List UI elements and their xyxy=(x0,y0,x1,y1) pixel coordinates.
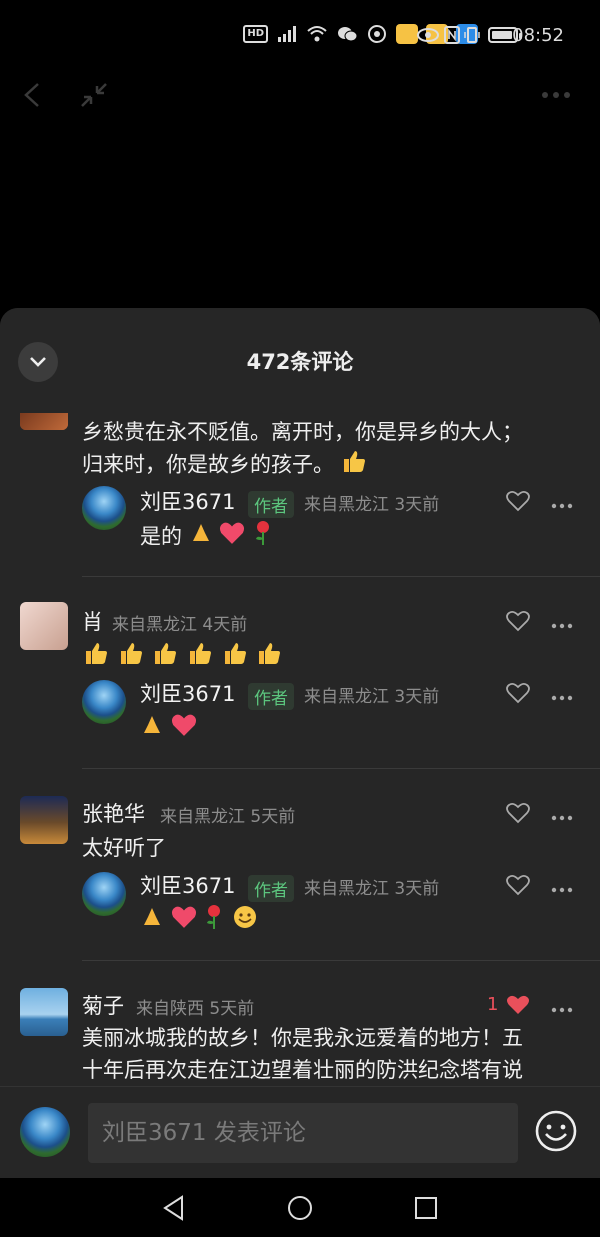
divider xyxy=(82,960,600,961)
reply-author-name[interactable]: 刘臣3671 xyxy=(140,870,235,900)
more-dots-icon[interactable] xyxy=(551,496,573,509)
avatar[interactable] xyxy=(82,486,126,530)
author-tag: 作者 xyxy=(248,875,294,902)
avatar[interactable] xyxy=(20,413,68,430)
heart-emoji-icon xyxy=(171,713,197,746)
comment-text: 太好听了 xyxy=(82,836,166,860)
heart-emoji-icon xyxy=(171,905,197,938)
avatar[interactable] xyxy=(20,988,68,1036)
emoji-icon[interactable] xyxy=(534,1109,578,1153)
comment-text: 十年后再次走在江边望着壮丽的防洪纪念塔有说 xyxy=(82,1058,523,1082)
avatar[interactable] xyxy=(20,796,68,844)
avatar[interactable] xyxy=(82,872,126,916)
more-dots-icon[interactable] xyxy=(551,880,573,893)
comment-meta: 来自黑龙江 4天前 xyxy=(112,615,248,635)
divider xyxy=(82,768,600,769)
nav-home-icon[interactable] xyxy=(286,1194,314,1226)
panel-header: 472条评论 xyxy=(0,308,600,413)
avatar[interactable] xyxy=(20,602,68,650)
praying-hands-icon xyxy=(140,905,164,938)
heart-icon[interactable] xyxy=(506,874,530,896)
heart-emoji-icon xyxy=(219,521,245,554)
more-dots-icon[interactable] xyxy=(551,616,573,629)
author-tag: 作者 xyxy=(248,491,294,518)
nfc-icon xyxy=(444,26,460,48)
top-nav xyxy=(0,70,600,120)
hd-icon: HD xyxy=(243,25,268,43)
reply-text xyxy=(140,904,258,939)
vibrate-icon xyxy=(464,26,480,48)
my-avatar[interactable] xyxy=(20,1107,70,1157)
comment-meta: 来自黑龙江 3天前 xyxy=(304,879,440,899)
thumbs-up-icon xyxy=(186,640,214,675)
comment-text: 美丽冰城我的故乡！你是我永远爱着的地方！五 xyxy=(82,1026,523,1050)
divider xyxy=(82,576,600,577)
reply-text: 是的 xyxy=(140,520,274,555)
thumbs-up-icon xyxy=(82,640,110,675)
reply-author-name[interactable]: 刘臣3671 xyxy=(140,486,235,516)
status-icons: HD xyxy=(243,24,478,44)
thumbs-up-icon xyxy=(151,640,179,675)
heart-icon[interactable] xyxy=(506,490,530,512)
weibo-icon xyxy=(396,24,418,44)
more-dots-icon[interactable] xyxy=(551,1000,573,1013)
shrink-icon[interactable] xyxy=(78,80,110,110)
nav-back-icon[interactable] xyxy=(160,1194,188,1226)
signal-icon xyxy=(276,24,298,44)
heart-icon[interactable] xyxy=(506,802,530,824)
heart-icon[interactable] xyxy=(506,994,530,1016)
praying-hands-icon xyxy=(140,713,164,746)
back-icon[interactable] xyxy=(18,80,48,110)
comment-meta: 来自黑龙江 3天前 xyxy=(304,495,440,515)
rose-icon xyxy=(252,520,274,555)
more-dots-icon[interactable] xyxy=(551,688,573,701)
comment-text: 乡愁贵在永不贬值。离开时，你是异乡的大人； xyxy=(82,420,523,444)
like-count: 1 xyxy=(487,994,499,1015)
comment-meta: 来自黑龙江 5天前 xyxy=(160,807,296,827)
author-tag: 作者 xyxy=(248,683,294,710)
comments-panel: 乡愁贵在永不贬值。离开时，你是异乡的大人； 归来时，你是故乡的孩子。 刘臣367… xyxy=(0,308,600,1176)
status-bar: HD 08:52 xyxy=(0,0,600,70)
wifi-icon xyxy=(306,24,328,44)
panel-title: 472条评论 xyxy=(246,350,354,374)
comment-meta: 来自黑龙江 3天前 xyxy=(304,687,440,707)
reply-text xyxy=(140,712,197,746)
status-time: 08:52 xyxy=(512,25,564,46)
comment-text xyxy=(82,640,283,675)
eye-icon xyxy=(416,26,440,48)
reply-text-content: 是的 xyxy=(140,524,182,549)
comment-author-name[interactable]: 肖 xyxy=(82,606,103,636)
avatar[interactable] xyxy=(82,680,126,724)
smiley-icon xyxy=(232,904,258,939)
more-icon[interactable] xyxy=(540,82,572,108)
system-nav-bar xyxy=(0,1178,600,1237)
thumbs-up-icon xyxy=(255,640,283,675)
comment-author-name[interactable]: 张艳华 xyxy=(82,798,145,828)
comment-author-name[interactable]: 菊子 xyxy=(82,990,124,1020)
comment-input[interactable]: 刘臣3671 发表评论 xyxy=(88,1103,518,1163)
comment-meta: 来自陕西 5天前 xyxy=(136,999,255,1019)
thumbs-up-icon xyxy=(221,640,249,675)
more-dots-icon[interactable] xyxy=(551,808,573,821)
reply-author-name[interactable]: 刘臣3671 xyxy=(140,678,235,708)
thumbs-up-icon xyxy=(117,640,145,675)
praying-hands-icon xyxy=(189,521,213,554)
app-icon xyxy=(366,24,388,44)
rose-icon xyxy=(203,904,225,939)
comment-text-line: 归来时，你是故乡的孩子。 xyxy=(82,452,334,477)
nav-recent-icon[interactable] xyxy=(412,1194,440,1226)
comment-text: 归来时，你是故乡的孩子。 xyxy=(82,448,367,483)
comment-input-bar: 刘臣3671 发表评论 xyxy=(0,1086,600,1178)
heart-icon[interactable] xyxy=(506,610,530,632)
thumbs-up-icon xyxy=(341,448,367,483)
heart-icon[interactable] xyxy=(506,682,530,704)
wechat-icon xyxy=(336,24,358,44)
